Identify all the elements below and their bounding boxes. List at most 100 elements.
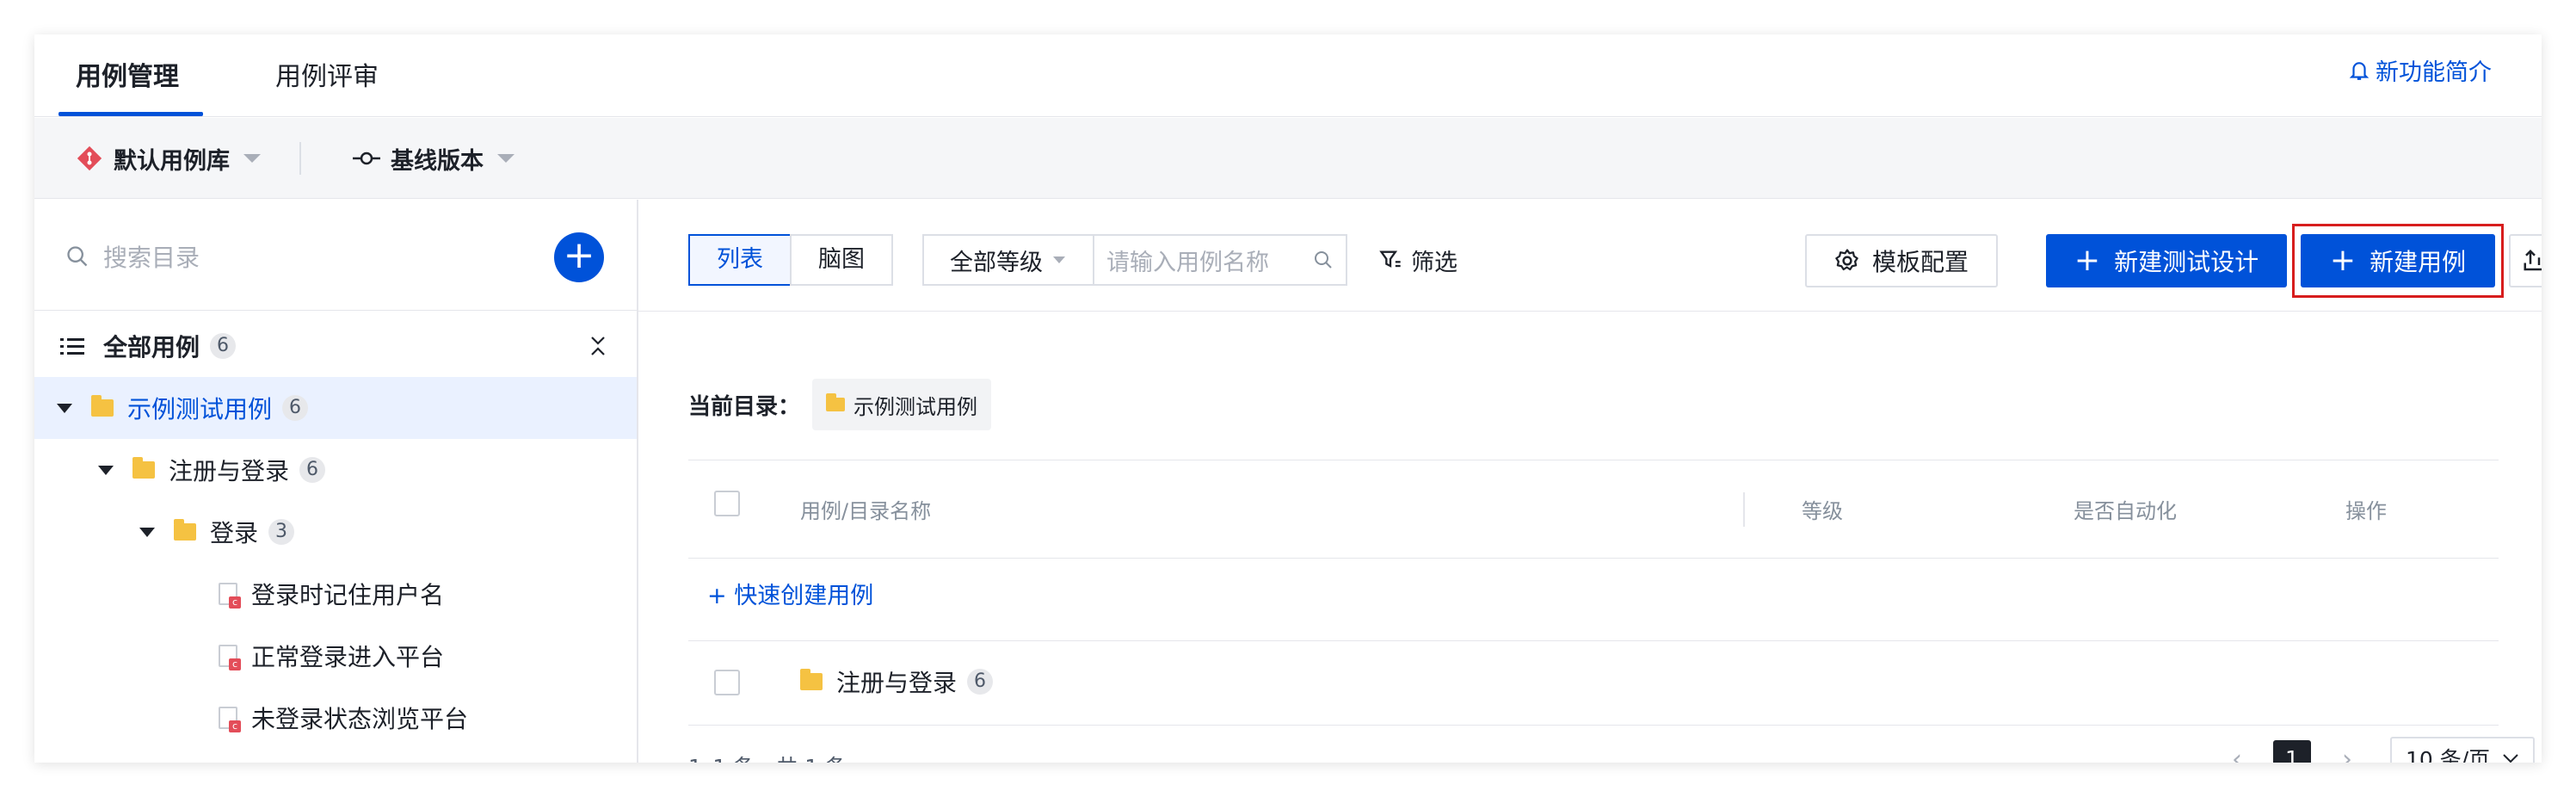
- baseline-label: 基线版本: [391, 147, 484, 175]
- filter-icon: [1379, 250, 1401, 268]
- new-test-design-label: 新建测试设计: [2114, 248, 2259, 276]
- library-label: 默认用例库: [114, 147, 230, 175]
- template-config-label: 模板配置: [1871, 248, 1969, 276]
- count-badge: 6: [967, 669, 994, 695]
- folder-icon: [800, 669, 823, 690]
- folder-icon: [826, 393, 846, 411]
- column-header-actions: 操作: [2345, 499, 2387, 523]
- divider: [299, 142, 301, 175]
- tree-item-label: 正常登录进入平台: [251, 643, 445, 671]
- search-icon: [67, 246, 88, 267]
- select-all-checkbox[interactable]: [714, 491, 740, 516]
- add-directory-button[interactable]: +: [554, 232, 604, 282]
- page-number-current[interactable]: 1: [2273, 740, 2311, 763]
- directory-search[interactable]: 搜索目录: [65, 239, 200, 274]
- tree-item-case[interactable]: 正常登录进入平台: [34, 625, 637, 687]
- gear-icon: [1835, 249, 1858, 271]
- quick-create-case-link[interactable]: + 快速创建用例: [707, 577, 873, 610]
- row-checkbox[interactable]: [714, 670, 740, 695]
- top-nav: 用例管理 用例评审 新功能简介: [34, 34, 2542, 117]
- upload-icon: [2524, 249, 2542, 271]
- tab-case-management[interactable]: 用例管理: [76, 55, 179, 117]
- tree-item-login[interactable]: 登录 3: [34, 501, 637, 563]
- view-list-button[interactable]: 列表: [688, 234, 792, 286]
- commit-icon: [353, 151, 380, 165]
- tree-item-label: 示例测试用例: [127, 395, 273, 423]
- count-badge: 6: [299, 457, 326, 483]
- page-size-select[interactable]: 10 条/页: [2390, 737, 2535, 763]
- count-badge: 3: [268, 519, 295, 545]
- pagination: ‹ 1 ›: [2232, 738, 2352, 763]
- pagination-summary: 1–1 条，共 1 条: [688, 751, 847, 763]
- git-icon: [77, 145, 102, 171]
- table-header: 用例/目录名称 等级 是否自动化 操作: [688, 461, 2499, 553]
- case-file-icon: [219, 707, 241, 732]
- tree-item-case[interactable]: 未登录状态浏览平台: [34, 687, 637, 749]
- current-directory-tag: 示例测试用例: [812, 379, 992, 430]
- directory-sidebar: 搜索目录 + 全部用例 6 示例测试用例 6 注册与登录 6 登录 3 c 登录…: [34, 200, 638, 763]
- library-selector[interactable]: 默认用例库: [76, 118, 261, 199]
- search-placeholder: 搜索目录: [103, 244, 200, 272]
- active-tab-indicator: [59, 112, 203, 116]
- tree-item-example-cases[interactable]: 示例测试用例 6: [34, 377, 637, 439]
- level-select[interactable]: 全部等级: [922, 234, 1094, 286]
- folder-icon: [132, 457, 155, 479]
- bell-icon: [2349, 61, 2370, 80]
- tree-item-label: 注册与登录: [169, 457, 290, 485]
- chevron-down-icon: [243, 154, 261, 163]
- divider: [688, 558, 2499, 559]
- chevron-down-icon: [497, 154, 515, 163]
- chevron-right-icon[interactable]: ›: [2342, 744, 2352, 763]
- tab-case-review[interactable]: 用例评审: [275, 55, 379, 117]
- page-size-value: 10 条/页: [2406, 747, 2491, 763]
- list-icon: [60, 338, 84, 355]
- library-bar: 默认用例库 基线版本: [34, 118, 2542, 199]
- case-file-icon: [219, 645, 241, 670]
- current-directory-name: 示例测试用例: [854, 394, 978, 419]
- collapse-all-icon[interactable]: [589, 335, 607, 357]
- filter-button[interactable]: 筛选: [1378, 234, 1457, 286]
- tree-item-label: 登录时记住用户名: [251, 581, 445, 609]
- app-window: 用例管理 用例评审 新功能简介 默认用例库 基线版本 搜索目录 + 全部用例 6…: [34, 34, 2542, 763]
- tree-item-label: 登录: [210, 519, 259, 547]
- column-header-automated: 是否自动化: [2074, 499, 2177, 523]
- chevron-left-icon[interactable]: ‹: [2232, 744, 2242, 763]
- toolbar: 列表 脑图 全部等级 请输入用例名称 筛选 模板配置 + 新建测试设计 + 新建…: [638, 200, 2542, 312]
- row-name-cell[interactable]: 注册与登录 6: [800, 664, 994, 699]
- highlight-box: [2292, 224, 2504, 298]
- filter-label: 筛选: [1411, 249, 1457, 276]
- divider: [688, 640, 2499, 641]
- search-icon: [1315, 251, 1332, 269]
- count-badge: 6: [282, 395, 309, 421]
- plus-icon: +: [2074, 243, 2101, 278]
- template-config-button[interactable]: 模板配置: [1805, 234, 1998, 287]
- column-header-name: 用例/目录名称: [800, 499, 932, 523]
- tree-item-register-login[interactable]: 注册与登录 6: [34, 439, 637, 501]
- column-resizer[interactable]: [1743, 492, 1745, 527]
- new-features-link[interactable]: 新功能简介: [2348, 53, 2492, 87]
- expand-triangle-icon[interactable]: [57, 403, 72, 413]
- case-name-search-input[interactable]: 请输入用例名称: [1093, 234, 1347, 286]
- new-features-label: 新功能简介: [2376, 59, 2492, 86]
- chevron-down-icon: [2503, 754, 2518, 763]
- table-row[interactable]: 注册与登录 6: [688, 642, 2499, 723]
- column-header-level: 等级: [1802, 499, 1843, 523]
- expand-triangle-icon[interactable]: [98, 465, 114, 475]
- case-file-icon: [219, 583, 241, 609]
- current-directory-label: 当前目录：: [688, 393, 801, 420]
- divider: [34, 310, 637, 311]
- current-directory: 当前目录： 示例测试用例: [688, 379, 992, 430]
- expand-triangle-icon[interactable]: [139, 527, 155, 537]
- view-mindmap-button[interactable]: 脑图: [790, 234, 893, 286]
- divider: [688, 725, 2499, 726]
- tree-item-case[interactable]: 登录时记住用户名: [34, 563, 637, 625]
- row-name: 注册与登录: [836, 669, 958, 697]
- main-content: 列表 脑图 全部等级 请输入用例名称 筛选 模板配置 + 新建测试设计 + 新建…: [638, 200, 2542, 763]
- tree-item-all-cases[interactable]: 全部用例 6: [34, 315, 637, 377]
- folder-icon: [91, 395, 114, 417]
- new-test-design-button[interactable]: + 新建测试设计: [2046, 234, 2287, 287]
- level-select-value: 全部等级: [950, 249, 1043, 276]
- baseline-selector[interactable]: 基线版本: [353, 118, 515, 199]
- tree-item-label: 未登录状态浏览平台: [251, 705, 469, 733]
- import-button[interactable]: [2509, 234, 2542, 287]
